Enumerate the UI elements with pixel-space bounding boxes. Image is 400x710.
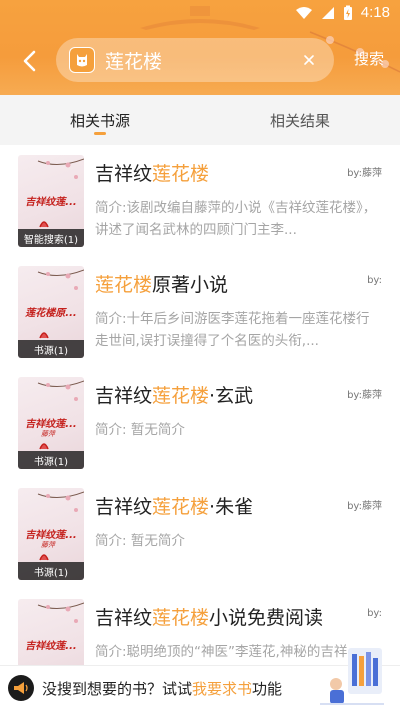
book-cover: 吉祥纹莲...	[18, 599, 84, 665]
cover-author: 藤萍	[41, 430, 55, 438]
cover-author: 藤萍	[41, 541, 55, 549]
book-author: by:藤萍	[347, 390, 382, 401]
book-author: by:藤萍	[347, 168, 382, 179]
book-title: 吉祥纹莲花楼·朱雀	[95, 492, 253, 519]
wifi-icon	[295, 6, 312, 19]
book-description: 简介: 暂无简介	[95, 533, 185, 549]
source-badge: 书源(1)	[18, 562, 84, 580]
status-time: 4:18	[360, 4, 390, 21]
header: 4:18 莲花楼 搜索	[0, 0, 400, 95]
status-bar: 4:18	[0, 0, 400, 28]
title-highlight: 莲花楼	[152, 607, 210, 629]
cover-title: 吉祥纹莲...	[25, 641, 77, 652]
cover-title: 莲花楼原...	[25, 308, 77, 319]
search-box[interactable]: 莲花楼	[56, 38, 334, 82]
list-item[interactable]: 莲花楼原... 书源(1) 莲花楼原著小说 by: 简介:十年后乡间游医李莲花拖…	[0, 256, 400, 367]
book-title: 吉祥纹莲花楼	[95, 159, 209, 186]
back-button[interactable]	[14, 46, 44, 76]
search-input[interactable]: 莲花楼	[105, 47, 296, 74]
signal-icon	[321, 6, 334, 19]
list-item[interactable]: 吉祥纹莲... 藤萍 书源(1) 吉祥纹莲花楼·朱雀 by:藤萍 简介: 暂无简…	[0, 478, 400, 589]
search-button[interactable]: 搜索	[354, 48, 384, 69]
book-author: by:	[367, 608, 382, 619]
title-text: 吉祥纹	[95, 163, 153, 185]
back-icon	[23, 50, 36, 72]
book-title: 莲花楼原著小说	[95, 270, 228, 297]
tab-label: 相关结果	[269, 111, 330, 130]
source-badge: 书源(1)	[18, 340, 84, 358]
cover-title: 吉祥纹莲...	[25, 419, 77, 430]
battery-charging-icon	[343, 5, 352, 20]
book-cover: 吉祥纹莲... 藤萍 书源(1)	[18, 488, 84, 580]
title-text: ·朱雀	[209, 496, 254, 518]
tab-related-results[interactable]: 相关结果	[200, 95, 400, 145]
source-badge: 智能搜索(1)	[18, 229, 84, 247]
tab-label: 相关书源	[69, 111, 130, 130]
title-text: 原著小说	[152, 274, 229, 296]
book-list[interactable]: 吉祥纹莲... 智能搜索(1) 吉祥纹莲花楼 by:藤萍 简介:该剧改编自藤萍的…	[0, 145, 400, 665]
title-text: 吉祥纹	[95, 496, 153, 518]
title-highlight: 莲花楼	[152, 385, 210, 407]
cover-title: 吉祥纹莲...	[25, 530, 77, 541]
title-highlight: 莲花楼	[152, 496, 210, 518]
book-author: by:	[367, 275, 382, 286]
list-item[interactable]: 吉祥纹莲... 智能搜索(1) 吉祥纹莲花楼 by:藤萍 简介:该剧改编自藤萍的…	[0, 145, 400, 256]
title-text: 吉祥纹	[95, 385, 153, 407]
tab-active-indicator	[94, 132, 106, 135]
request-book-prompt: 没搜到想要的书？试试我要求书功能	[42, 678, 282, 699]
megaphone-icon	[8, 675, 34, 701]
book-cover: 吉祥纹莲... 藤萍 书源(1)	[18, 377, 84, 469]
title-text: 小说免费阅读	[209, 607, 324, 629]
title-highlight: 莲花楼	[152, 163, 210, 185]
app-icon	[69, 47, 95, 73]
book-cover: 吉祥纹莲... 智能搜索(1)	[18, 155, 84, 247]
source-badge: 书源(1)	[18, 451, 84, 469]
title-text: ·玄武	[209, 385, 254, 407]
book-title: 吉祥纹莲花楼小说免费阅读	[95, 603, 323, 630]
book-author: by:藤萍	[347, 501, 382, 512]
clear-icon[interactable]	[296, 47, 322, 73]
prompt-text: 功能	[252, 680, 283, 698]
book-description: 简介:该剧改编自藤萍的小说《吉祥纹莲花楼》，讲述了闻名武林的四顾门门主李...	[95, 200, 377, 238]
bookshelf-illustration	[320, 648, 384, 705]
tab-related-sources[interactable]: 相关书源	[0, 95, 200, 145]
tab-bar: 相关书源 相关结果	[0, 95, 400, 145]
blossom-branch-illustration	[37, 602, 84, 623]
book-title: 吉祥纹莲花楼·玄武	[95, 381, 253, 408]
request-book-bar[interactable]: 没搜到想要的书？试试我要求书功能	[0, 648, 400, 710]
title-text: 吉祥纹	[95, 607, 153, 629]
list-item[interactable]: 吉祥纹莲... 藤萍 书源(1) 吉祥纹莲花楼·玄武 by:藤萍 简介: 暂无简…	[0, 367, 400, 478]
request-book-link[interactable]: 我要求书	[192, 680, 252, 698]
book-cover: 莲花楼原... 书源(1)	[18, 266, 84, 358]
book-description: 简介:十年后乡间游医李莲花拖着一座莲花楼行走世间,误打误撞得了个名医的头衔,..…	[95, 311, 370, 349]
prompt-text: 没搜到想要的书？试试	[42, 680, 193, 698]
cover-title: 吉祥纹莲...	[25, 197, 77, 208]
title-highlight: 莲花楼	[95, 274, 153, 296]
book-description: 简介: 暂无简介	[95, 422, 185, 438]
